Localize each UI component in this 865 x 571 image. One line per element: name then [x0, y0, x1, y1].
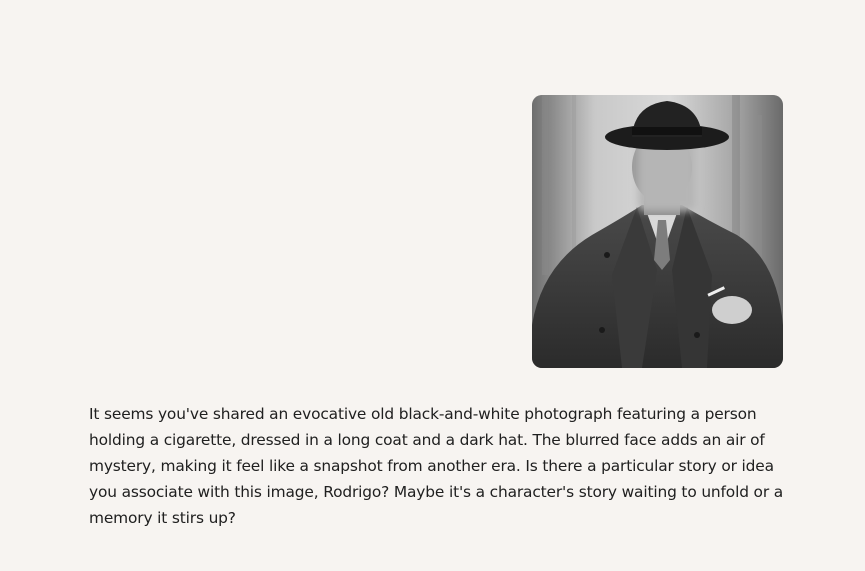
chat-conversation: It seems you've shared an evocative old … — [0, 0, 865, 571]
assistant-message: It seems you've shared an evocative old … — [89, 405, 784, 527]
user-uploaded-photo[interactable] — [532, 95, 783, 368]
photo-illustration — [532, 95, 783, 368]
